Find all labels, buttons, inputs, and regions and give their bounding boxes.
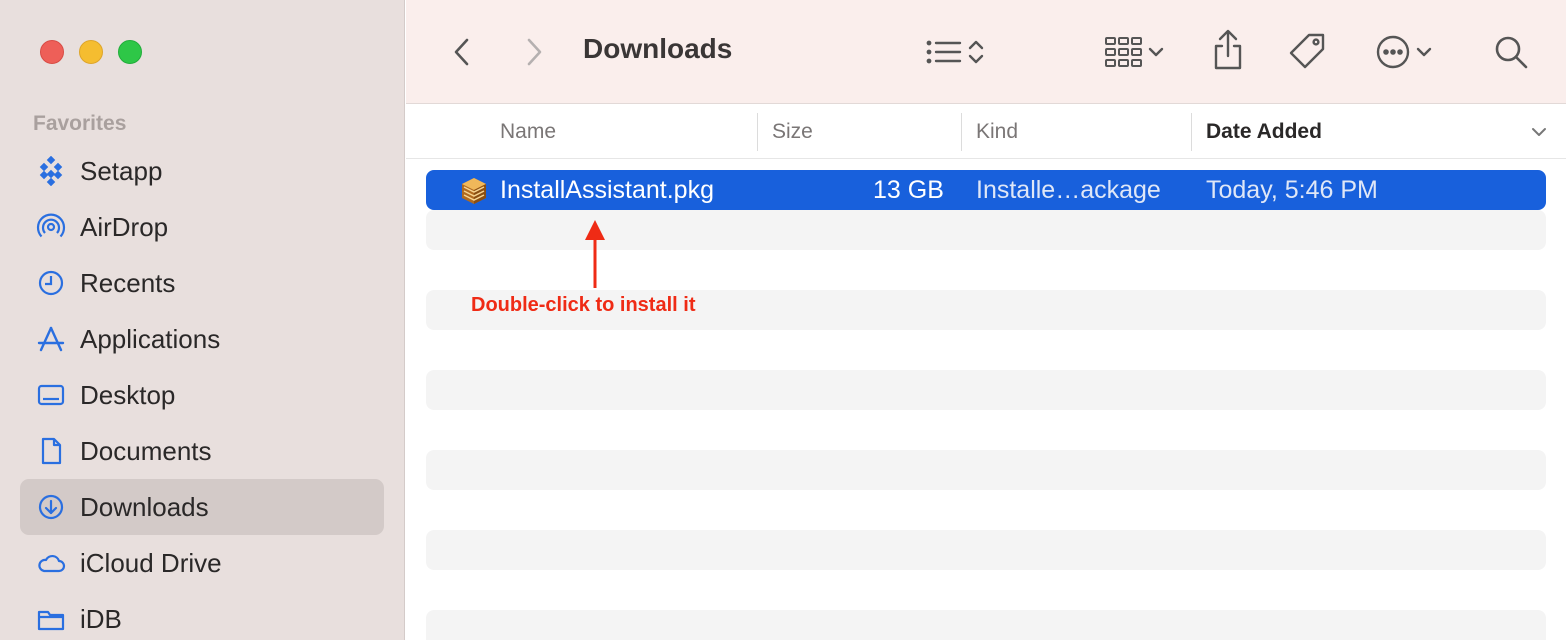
column-date-added[interactable]: Date Added — [1206, 105, 1322, 159]
sidebar-item-downloads[interactable]: Downloads — [20, 479, 384, 535]
sidebar-item-label: Downloads — [80, 491, 209, 522]
file-row-installassistant[interactable]: InstallAssistant.pkg 13 GB Installe…acka… — [426, 170, 1546, 210]
applications-icon — [36, 324, 66, 354]
chevron-left-icon — [454, 38, 469, 66]
sidebar-item-setapp[interactable]: Setapp — [20, 143, 384, 199]
sidebar-item-label: Recents — [80, 267, 176, 298]
more-actions-button[interactable] — [1372, 33, 1438, 71]
empty-row — [426, 330, 1546, 370]
close-button[interactable] — [40, 40, 64, 64]
sidebar: Favorites Setapp AirDrop Recents Applica… — [0, 0, 405, 640]
column-header: Name Size Kind Date Added — [406, 105, 1566, 159]
file-date-added: Today, 5:46 PM — [1206, 175, 1378, 204]
cloud-icon — [36, 548, 66, 578]
package-icon — [462, 178, 486, 204]
annotation-arrow-icon — [585, 220, 605, 288]
toolbar: Downloads — [406, 0, 1566, 104]
tag-button[interactable] — [1286, 30, 1330, 74]
sidebar-section-favorites: Favorites — [33, 112, 127, 135]
sidebar-item-documents[interactable]: Documents — [20, 423, 384, 479]
sidebar-item-applications[interactable]: Applications — [20, 311, 384, 367]
sidebar-item-label: Desktop — [80, 379, 176, 410]
chevron-right-icon — [527, 38, 542, 66]
sidebar-item-airdrop[interactable]: AirDrop — [20, 199, 384, 255]
search-button[interactable] — [1492, 33, 1530, 71]
sidebar-list: Setapp AirDrop Recents Applications Desk… — [20, 143, 384, 640]
column-size[interactable]: Size — [772, 105, 813, 159]
share-icon — [1214, 29, 1242, 70]
column-divider[interactable] — [1191, 113, 1192, 151]
setapp-icon — [36, 156, 66, 186]
clock-icon — [36, 268, 66, 298]
sidebar-item-label: iDB — [80, 603, 122, 634]
desktop-icon — [36, 380, 66, 410]
file-size: 13 GB — [873, 175, 944, 204]
empty-row — [426, 450, 1546, 490]
sidebar-item-desktop[interactable]: Desktop — [20, 367, 384, 423]
sort-chevrons-icon — [968, 40, 984, 64]
chevron-down-icon — [1416, 47, 1432, 57]
forward-button[interactable] — [520, 36, 548, 68]
empty-row — [426, 570, 1546, 610]
download-icon — [36, 492, 66, 522]
folder-icon — [36, 604, 66, 634]
empty-row — [426, 490, 1546, 530]
window-title: Downloads — [583, 33, 733, 64]
column-divider[interactable] — [961, 113, 962, 151]
chevron-down-icon — [1532, 128, 1546, 136]
sidebar-item-icloud-drive[interactable]: iCloud Drive — [20, 535, 384, 591]
column-kind[interactable]: Kind — [976, 105, 1018, 159]
window-controls — [40, 40, 142, 64]
search-icon — [1495, 36, 1528, 69]
document-icon — [36, 436, 66, 466]
grid-icon — [1105, 37, 1142, 67]
tag-icon — [1289, 33, 1325, 69]
sidebar-item-label: Documents — [80, 435, 212, 466]
column-divider[interactable] — [757, 113, 758, 151]
empty-row — [426, 410, 1546, 450]
sidebar-item-idb[interactable]: iDB — [20, 591, 384, 640]
sidebar-item-label: Setapp — [80, 155, 163, 186]
column-name[interactable]: Name — [500, 105, 556, 159]
minimize-button[interactable] — [79, 40, 103, 64]
ellipsis-circle-icon — [1376, 35, 1410, 69]
sort-direction-toggle[interactable] — [1528, 105, 1550, 159]
file-kind: Installe…ackage — [976, 175, 1161, 204]
chevron-down-icon — [1148, 47, 1164, 57]
empty-row — [426, 610, 1546, 640]
file-name: InstallAssistant.pkg — [500, 175, 714, 204]
sidebar-item-label: AirDrop — [80, 211, 169, 242]
empty-row — [426, 370, 1546, 410]
back-button[interactable] — [448, 36, 476, 68]
list-view-icon — [926, 40, 962, 64]
view-options-button[interactable] — [918, 36, 994, 68]
sidebar-item-recents[interactable]: Recents — [20, 255, 384, 311]
zoom-button[interactable] — [118, 40, 142, 64]
empty-row — [426, 530, 1546, 570]
sidebar-item-label: Applications — [80, 323, 221, 354]
sidebar-item-label: iCloud Drive — [80, 547, 222, 578]
group-button[interactable] — [1098, 34, 1174, 70]
annotation-text: Double-click to install it — [471, 294, 696, 316]
share-button[interactable] — [1210, 28, 1246, 72]
airdrop-icon — [36, 212, 66, 242]
